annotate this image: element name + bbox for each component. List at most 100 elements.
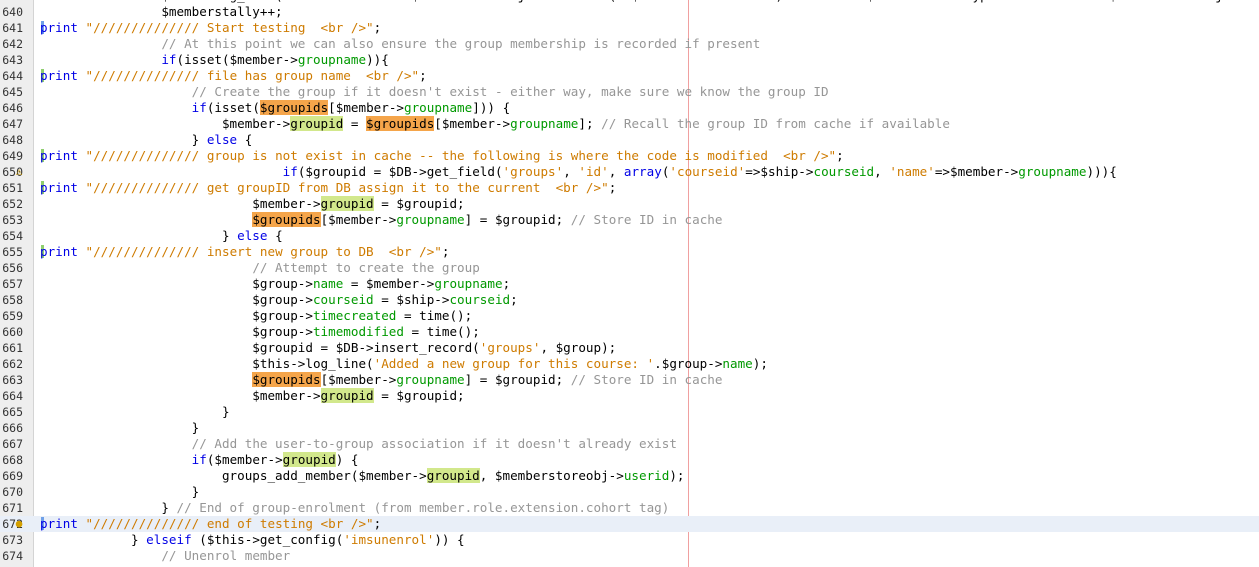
code-line[interactable]: 659 $group->timecreated = time(); (0, 308, 1259, 324)
line-code: if($member->groupid) { (40, 452, 358, 468)
code-token: 'id' (578, 164, 609, 179)
line-code: // At this point we can also ensure the … (40, 36, 760, 52)
code-line[interactable]: 669 groups_add_member($member->groupid, … (0, 468, 1259, 484)
code-token: $group-> (40, 276, 313, 291)
line-number: 641 (2, 21, 23, 35)
code-token: $groupids (259, 100, 329, 115)
code-token: ] = $groupid; (464, 372, 571, 387)
code-token: // End of group-enrolment (from member.r… (176, 500, 670, 515)
code-token: groupid (320, 196, 374, 211)
code-line[interactable]: 670 } (0, 484, 1259, 500)
line-number: 640 (2, 5, 23, 19)
warning-icon[interactable]: ⚠ (13, 165, 25, 179)
code-token: userid (623, 468, 670, 483)
code-line[interactable]: 667 // Add the user-to-group association… (0, 436, 1259, 452)
code-line[interactable]: 674 // Unenrol member (0, 548, 1259, 564)
code-line[interactable]: 651 print "////////////// get groupID fro… (0, 180, 1259, 196)
code-line[interactable]: 648 } else { (0, 132, 1259, 148)
code-token: // At this point we can also ensure the … (161, 36, 761, 51)
line-code: $member->groupid = $groupids[$member->gr… (40, 116, 950, 132)
code-token: } (40, 420, 200, 435)
line-code: $this->log_line('Added a new group for t… (40, 356, 768, 372)
code-token: groupname (396, 372, 465, 387)
code-token: $groupids (252, 212, 321, 227)
code-line[interactable]: 672 ● print "////////////// end of testing… (0, 516, 1259, 532)
line-number: 667 (2, 437, 23, 451)
code-line[interactable]: 640 $memberstally++; (0, 4, 1259, 20)
code-token: // Create the group if it doesn't exist … (191, 84, 829, 99)
line-code: // Add the user-to-group association if … (40, 436, 677, 452)
code-line[interactable]: 664 $member->groupid = $groupid; (0, 388, 1259, 404)
code-token: ; (502, 276, 511, 291)
code-line[interactable]: 642 // At this point we can also ensure … (0, 36, 1259, 52)
code-line[interactable]: 657 $group->name = $member->groupname; (0, 276, 1259, 292)
code-token: groupname (1018, 164, 1087, 179)
line-number: 668 (2, 453, 23, 467)
line-number: 661 (2, 341, 23, 355)
code-line[interactable]: 650 ⚠ if($groupid = $DB->get_field('group… (0, 164, 1259, 180)
code-token: // Unenrol member (161, 548, 291, 563)
code-token: "////////////// get groupID from DB assi… (85, 180, 609, 195)
lightbulb-hint-icon[interactable]: ● (13, 517, 25, 531)
code-token: [$member-> (434, 116, 511, 131)
code-line[interactable]: 666 } (0, 420, 1259, 436)
code-line[interactable]: 654 } else { (0, 228, 1259, 244)
line-code: $groupids[$member->groupname] = $groupid… (40, 372, 722, 388)
code-line[interactable]: 660 $group->timemodified = time(); (0, 324, 1259, 340)
code-token: groupid (282, 452, 336, 467)
code-line[interactable]: 656 // Attempt to create the group (0, 260, 1259, 276)
line-number: 648 (2, 133, 23, 147)
code-line[interactable]: 641 print "////////////// Start testing <… (0, 20, 1259, 36)
code-editor[interactable]: 639 $this->log_line('Enrolled user '.$me… (0, 0, 1259, 567)
code-token: "////////////// file has group name <br … (85, 68, 420, 83)
code-line[interactable]: 671 } // End of group-enrolment (from me… (0, 500, 1259, 516)
code-token: .$group-> (654, 356, 723, 371)
code-line[interactable]: 665 } (0, 404, 1259, 420)
code-token: name (312, 276, 344, 291)
line-code: $group->name = $member->groupname; (40, 276, 510, 292)
code-token: ($this->get_config( (191, 532, 344, 547)
code-line[interactable]: 653 $groupids[$member->groupname] = $gro… (0, 212, 1259, 228)
code-token: print (40, 516, 78, 531)
code-token: , $group); (540, 340, 617, 355)
code-line[interactable]: 673 } elseif ($this->get_config('imsunen… (0, 532, 1259, 548)
line-number: 674 (2, 549, 23, 563)
line-code: // Attempt to create the group (40, 260, 479, 276)
code-line[interactable]: 662 $this->log_line('Added a new group f… (0, 356, 1259, 372)
code-token: 'courseid' (669, 164, 746, 179)
line-number: 645 (2, 85, 23, 99)
code-line[interactable]: 645 // Create the group if it doesn't ex… (0, 84, 1259, 100)
code-line[interactable]: 643 if(isset($member->groupname)){ (0, 52, 1259, 68)
code-line[interactable]: 661 $groupid = $DB->insert_record('group… (0, 340, 1259, 356)
line-code: $member->groupid = $groupid; (40, 196, 465, 212)
code-line[interactable]: 649 print "////////////// group is not ex… (0, 148, 1259, 164)
line-number: 647 (2, 117, 23, 131)
code-line[interactable]: 668 if($member->groupid) { (0, 452, 1259, 468)
line-number: 642 (2, 37, 23, 51)
code-line[interactable]: 647 $member->groupid = $groupids[$member… (0, 116, 1259, 132)
code-token: groupid (290, 116, 344, 131)
code-line[interactable]: 652 $member->groupid = $groupid; (0, 196, 1259, 212)
code-token: } (40, 484, 200, 499)
code-line[interactable]: 646 if(isset($groupids[$member->groupnam… (0, 100, 1259, 116)
code-line[interactable]: 655 print "////////////// insert new grou… (0, 244, 1259, 260)
code-token: print (40, 20, 78, 35)
code-token: } (40, 228, 238, 243)
code-token: groupname (434, 276, 503, 291)
code-line[interactable]: 663 $groupids[$member->groupname] = $gro… (0, 372, 1259, 388)
line-number: 669 (2, 469, 23, 483)
line-code: $groupids[$member->groupname] = $groupid… (40, 212, 722, 228)
code-line[interactable]: 658 $group->courseid = $ship->courseid; (0, 292, 1259, 308)
code-token: print (40, 68, 78, 83)
code-line[interactable]: 644 print "////////////// file has group … (0, 68, 1259, 84)
code-token: groupid (320, 388, 374, 403)
code-token: [$member-> (328, 100, 404, 115)
